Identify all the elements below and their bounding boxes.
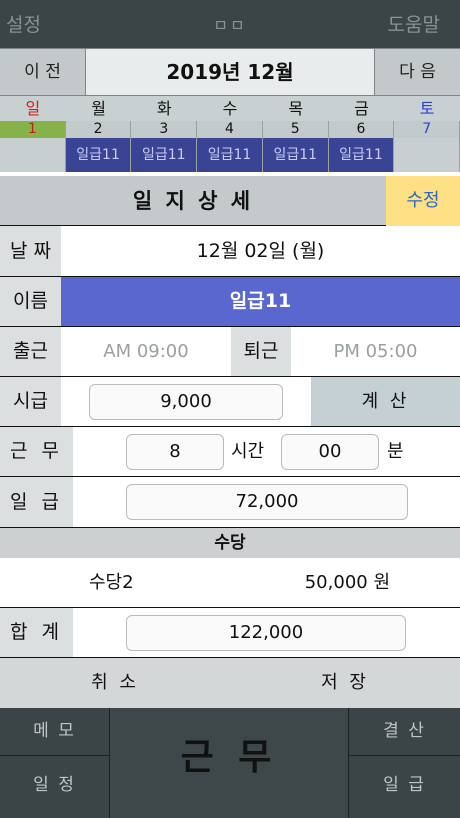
month-title: 2019년 12월	[86, 49, 374, 95]
clock-in-label: 출근	[0, 327, 61, 376]
calendar-date-cell[interactable]: 7	[394, 121, 460, 138]
weekday-sat: 토	[419, 99, 435, 118]
calendar-shift-row: 일급11 일급11 일급11 일급11 일급11	[0, 138, 460, 172]
allowance-name: 수당2	[89, 572, 134, 593]
hourly-wage-label: 시급	[0, 377, 61, 426]
weekday-wed: 수	[222, 99, 238, 118]
weekday-sun: 일	[25, 99, 41, 118]
memo-tab[interactable]: 메 모	[0, 708, 110, 756]
calendar-shift-cell[interactable]: 일급11	[65, 138, 132, 172]
calendar-date-row: 1 2 3 4 5 6 7	[0, 121, 460, 138]
schedule-tab[interactable]: 일 정	[0, 756, 110, 818]
calendar-date-cell[interactable]: 5	[263, 121, 329, 138]
clock-out-label: 퇴근	[231, 327, 291, 376]
date-label: 날 짜	[0, 226, 61, 276]
weekday-tue: 화	[156, 99, 172, 118]
calendar-date-cell[interactable]: 6	[329, 121, 395, 138]
weekday-fri: 금	[354, 99, 369, 118]
date-row: 날 짜 12월 02일 (월)	[0, 226, 460, 277]
calendar-date-cell[interactable]: 3	[131, 121, 198, 138]
calendar-shift-cell[interactable]	[0, 138, 66, 172]
calendar-date-cell[interactable]: 2	[66, 121, 132, 138]
month-navigation: 이 전 2019년 12월 다 음	[0, 48, 460, 96]
edit-button[interactable]: 수정	[386, 176, 460, 226]
work-minutes-input[interactable]: 00	[281, 434, 379, 470]
calendar-shift-cell[interactable]: 일급11	[197, 138, 263, 172]
calendar-date-cell[interactable]: 4	[197, 121, 263, 138]
next-month-button[interactable]: 다 음	[374, 49, 460, 95]
detail-actions: 취 소 저 장	[0, 658, 460, 708]
save-button[interactable]: 저 장	[230, 658, 460, 708]
clock-out-time[interactable]: PM 05:00	[291, 327, 460, 376]
detail-title: 일 지 상 세	[132, 189, 254, 213]
calendar-shift-cell[interactable]: 일급11	[262, 138, 329, 172]
work-tab[interactable]: 근 무	[110, 708, 348, 818]
allowance-header-label: 수당	[214, 533, 246, 553]
job-name-selector[interactable]: 일급11	[61, 277, 460, 326]
weekday-mon: 월	[91, 99, 106, 118]
work-log-detail-panel: 일 지 상 세 수정 날 짜 12월 02일 (월) 이름 일급11 출근 AM…	[0, 176, 460, 708]
total-row: 합 계 122,000	[0, 608, 460, 658]
hourly-wage-row: 시급 9,000 계 산	[0, 377, 460, 427]
total-label: 합 계	[0, 608, 73, 657]
time-row: 출근 AM 09:00 퇴근 PM 05:00	[0, 327, 460, 377]
work-hours-input[interactable]: 8	[126, 434, 224, 470]
calendar-date-cell[interactable]: 1	[0, 121, 66, 138]
work-duration-label: 근 무	[0, 427, 73, 476]
name-label: 이름	[0, 277, 61, 326]
hours-unit: 시간	[231, 441, 265, 462]
help-button[interactable]: 도움말	[388, 10, 440, 37]
weekday-thu: 목	[288, 99, 304, 118]
calendar-shift-cell[interactable]: 일급11	[131, 138, 198, 172]
bottom-tab-bar: 메 모 일 정 근 무 결 산 일 급	[0, 708, 460, 818]
detail-header: 일 지 상 세 수정	[0, 176, 460, 226]
settlement-tab[interactable]: 결 산	[348, 708, 460, 756]
allowance-header: 수당	[0, 528, 460, 558]
calendar-shift-cell[interactable]: 일급11	[328, 138, 395, 172]
cancel-button[interactable]: 취 소	[0, 658, 230, 708]
prev-month-button[interactable]: 이 전	[0, 49, 86, 95]
daily-pay-row: 일 급 72,000	[0, 477, 460, 528]
calendar-shift-cell[interactable]	[394, 138, 460, 172]
weekday-header: 일 월 화 수 목 금 토	[0, 96, 460, 121]
work-duration-row: 근 무 8 시간 00 분	[0, 427, 460, 477]
daily-pay-label: 일 급	[0, 477, 73, 527]
minutes-unit: 분	[387, 441, 404, 462]
hourly-wage-input[interactable]: 9,000	[89, 384, 283, 420]
total-value: 122,000	[126, 615, 406, 651]
name-row: 이름 일급11	[0, 277, 460, 327]
calculate-button[interactable]: 계 산	[311, 377, 460, 426]
top-bar: 설정 ㅁㅁ 도움말	[0, 0, 460, 48]
daily-pay-input[interactable]: 72,000	[126, 484, 408, 520]
date-value[interactable]: 12월 02일 (월)	[61, 226, 460, 276]
clock-in-time[interactable]: AM 09:00	[61, 327, 231, 376]
allowance-row[interactable]: 수당2 50,000 원	[0, 558, 460, 608]
daily-pay-tab[interactable]: 일 급	[348, 756, 460, 818]
allowance-amount: 50,000 원	[304, 572, 390, 593]
